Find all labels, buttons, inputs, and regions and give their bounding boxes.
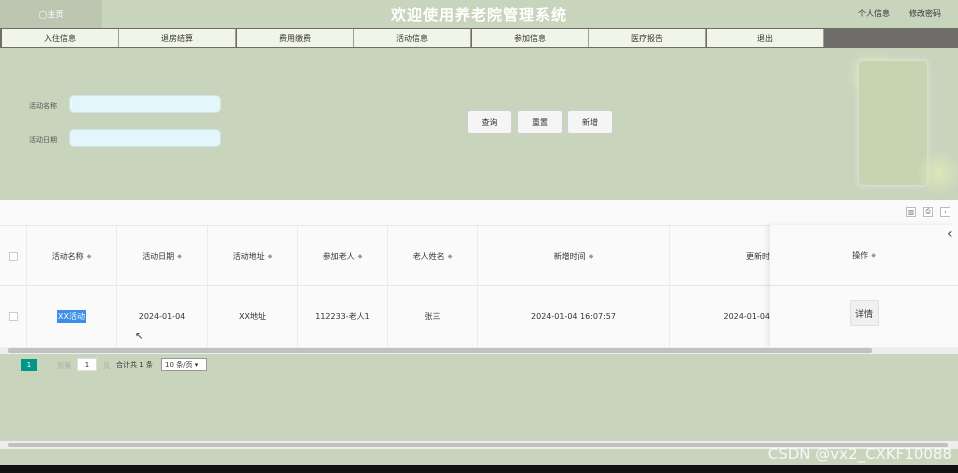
filter-columns-icon[interactable]: ▥ [906,207,916,217]
cell-activity-date: 2024-01-04 [117,286,208,347]
select-all-checkbox[interactable] [8,252,18,261]
activity-date-input[interactable] [69,129,221,147]
sort-icon[interactable]: ◆ [871,252,876,259]
watermark: CSDN @vx2_CXKF10088 [767,445,952,463]
cell-activity-address: XX地址 [208,286,298,347]
cell-activity-name: XX活动 [27,286,117,347]
fixed-action-column: 操作 ◆ 详情 [770,225,958,347]
reset-button[interactable]: 重置 [517,110,563,134]
goto-page-input[interactable]: 1 [77,358,97,371]
search-panel: 活动名称 活动日期 查询 重置 新增 [0,48,958,200]
add-button[interactable]: 新增 [567,110,613,134]
chevron-left-icon[interactable]: ‹ [947,226,953,242]
menu-item-activities[interactable]: 活动信息 [354,29,471,47]
main-menu: 入住信息 退房结算 费用缴费 活动信息 参加信息 医疗报告 退出 [0,28,958,48]
cell-action: 详情 [770,286,958,347]
data-table: ▥ ⎙ ‹ 活动名称 ◆ 活动日期 ◆ 活动地址 ◆ 参加老人 ◆ 老人姓名 ◆ 新增时间… [0,200,958,347]
menu-item-medical[interactable]: 医疗报告 [589,29,706,47]
decor-circle [916,150,958,196]
row-checkbox-cell [0,286,27,347]
column-header[interactable]: 活动名称 ◆ [27,226,117,287]
footer-bar [0,465,958,473]
menu-item-fees[interactable]: 费用缴费 [237,29,354,47]
print-icon[interactable]: ⎙ [923,207,933,217]
column-header[interactable]: 新增时间 ◆ [478,226,670,287]
query-button[interactable]: 查询 [467,110,512,134]
detail-button[interactable]: 详情 [849,300,879,326]
menu-item-checkin[interactable]: 入住信息 [2,29,119,47]
header-checkbox-cell [0,226,27,287]
mouse-cursor-icon: ↖ [135,331,144,342]
goto-prefix: 到第 [57,362,71,370]
profile-link[interactable]: 个人信息 [858,8,890,19]
sort-icon[interactable]: ◆ [448,253,453,260]
activity-name-label: 活动名称 [29,102,57,110]
column-header[interactable]: 更新时 [670,226,770,287]
column-header-action[interactable]: 操作 ◆ [770,225,958,286]
table-scrollbar[interactable] [0,347,958,354]
sort-icon[interactable]: ◆ [358,253,363,260]
total-count: 合计共 1 条 [116,361,153,369]
page-size-select[interactable]: 10 条/页 ▾ [161,358,207,371]
top-bar: ◯主页 欢迎使用养老院管理系统 个人信息 修改密码 [0,0,958,28]
cell-participant: 112233-老人1 [298,286,388,347]
sort-icon[interactable]: ◆ [589,253,594,260]
activity-date-label: 活动日期 [29,136,57,144]
activity-name-input[interactable] [69,95,221,113]
cell-elder-name: 张三 [388,286,478,347]
sort-icon[interactable]: ◆ [268,253,273,260]
page-number-button[interactable]: 1 [21,359,37,371]
row-checkbox[interactable] [8,312,18,321]
column-header[interactable]: 活动日期 ◆ [117,226,208,287]
cell-created-time: 2024-01-04 16:07:57 [478,286,670,347]
menu-item-logout[interactable]: 退出 [707,29,824,47]
cell-updated-time: 2024-01-04 [723,312,771,321]
export-icon[interactable]: ‹ [940,207,950,217]
site-title: 欢迎使用养老院管理系统 [390,6,567,24]
change-password-link[interactable]: 修改密码 [909,8,941,19]
column-header[interactable]: 参加老人 ◆ [298,226,388,287]
column-header[interactable]: 活动地址 ◆ [208,226,298,287]
menu-item-participation[interactable]: 参加信息 [472,29,589,47]
menu-item-checkout[interactable]: 退房结算 [119,29,236,47]
column-header[interactable]: 老人姓名 ◆ [388,226,478,287]
sort-icon[interactable]: ◆ [87,253,92,260]
sort-icon[interactable]: ◆ [177,253,182,260]
goto-suffix: 页 [103,362,110,370]
pagination: 1 到第 1 页 合计共 1 条 10 条/页 ▾ [0,355,958,375]
